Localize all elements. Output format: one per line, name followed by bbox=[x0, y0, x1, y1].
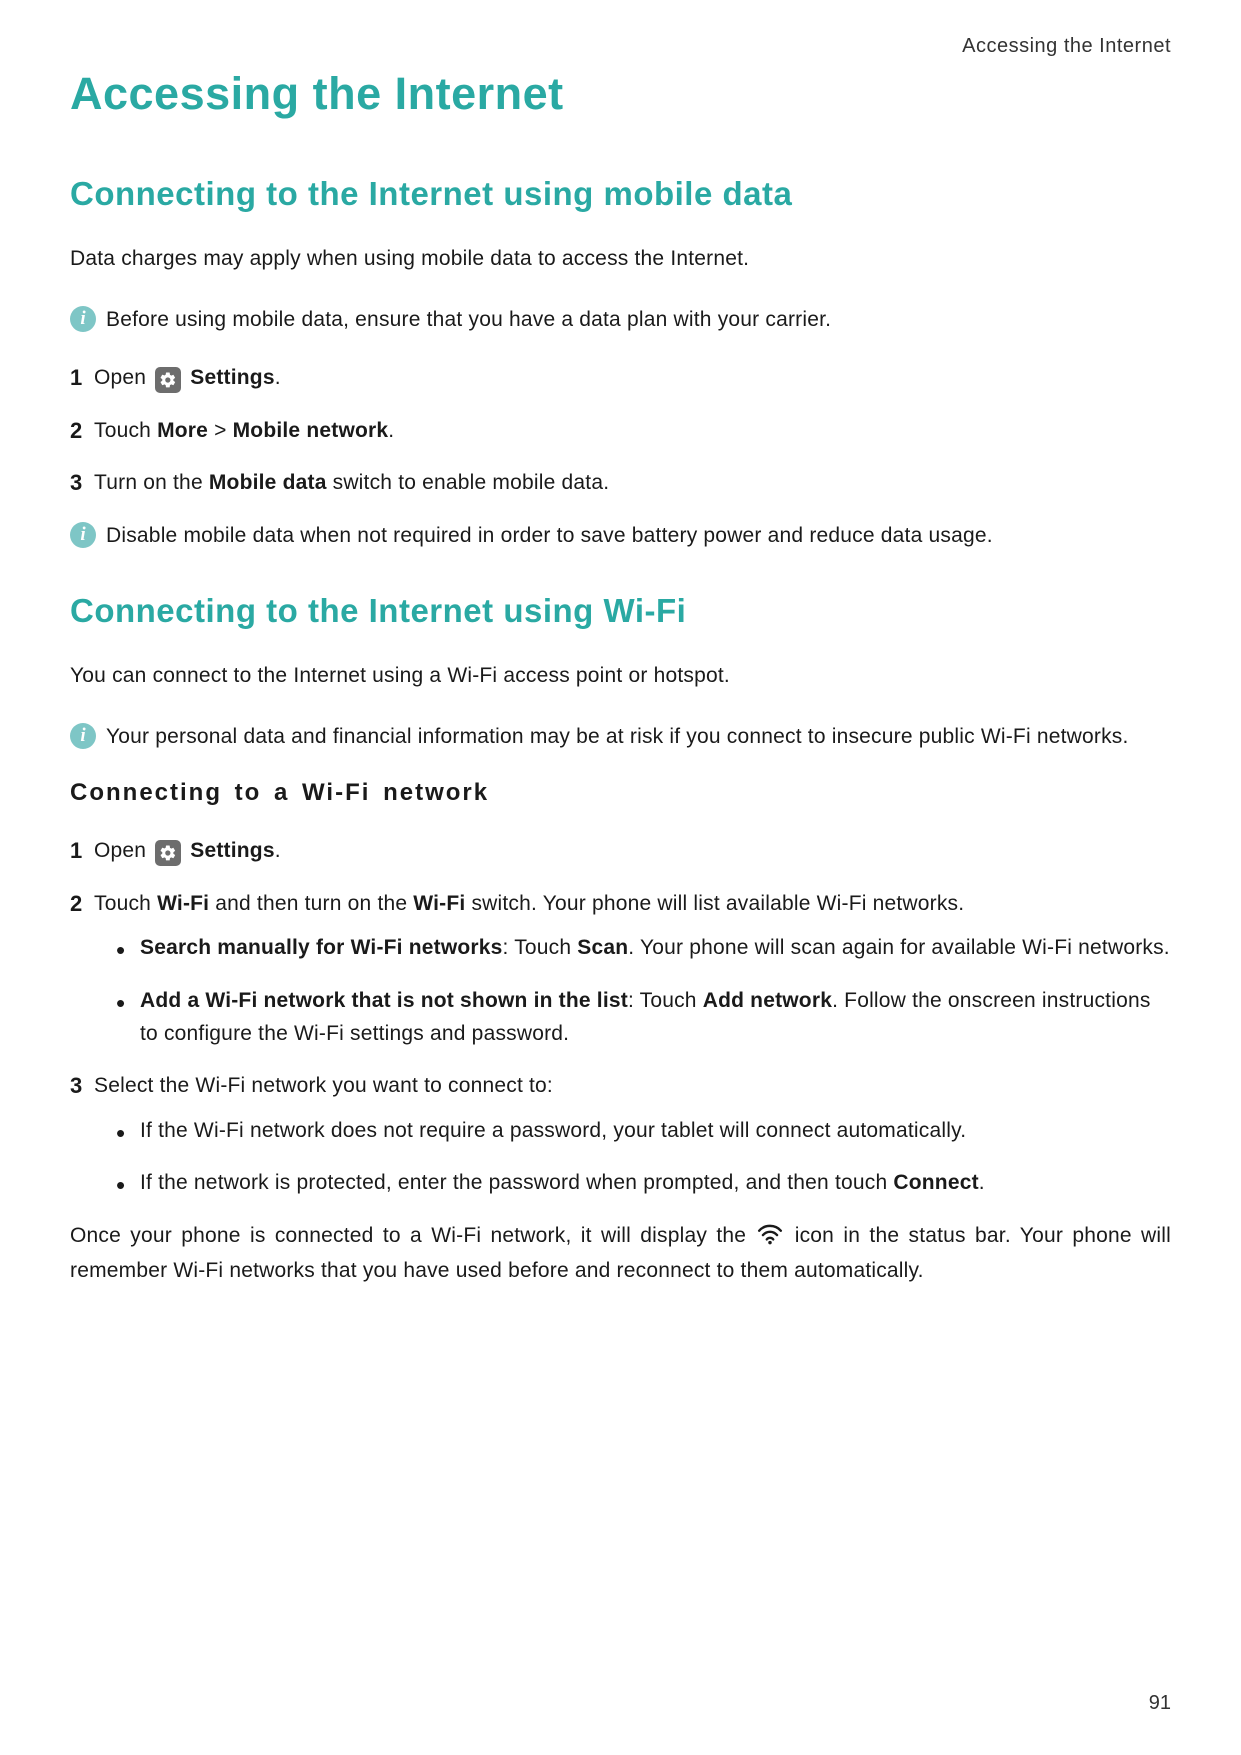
section-wifi: Connecting to the Internet using Wi-Fi Y… bbox=[70, 592, 1171, 1288]
bullet-list: If the Wi-Fi network does not require a … bbox=[112, 1115, 1171, 1200]
info-note: i Disable mobile data when not required … bbox=[70, 520, 1171, 553]
wifi-label: Wi-Fi bbox=[413, 892, 465, 915]
step-text: > bbox=[208, 419, 233, 442]
outro-part: Once your phone is connected to a Wi-Fi … bbox=[70, 1224, 755, 1247]
bullet-item: If the Wi-Fi network does not require a … bbox=[112, 1115, 1171, 1148]
info-icon: i bbox=[70, 522, 96, 548]
bullet-text: . bbox=[979, 1171, 985, 1194]
settings-label: Settings bbox=[190, 366, 274, 389]
bullet-lead: Search manually for Wi-Fi networks bbox=[140, 936, 503, 959]
info-icon: i bbox=[70, 723, 96, 749]
bullet-text: : Touch bbox=[628, 989, 703, 1012]
step-text: switch. Your phone will list available W… bbox=[465, 892, 964, 915]
step-text: and then turn on the bbox=[209, 892, 413, 915]
info-note: i Your personal data and financial infor… bbox=[70, 721, 1171, 754]
settings-icon bbox=[155, 367, 181, 393]
page: Accessing the Internet Accessing the Int… bbox=[0, 0, 1241, 1755]
mobile-network-label: Mobile network bbox=[233, 419, 389, 442]
outro-text: Once your phone is connected to a Wi-Fi … bbox=[70, 1220, 1171, 1288]
info-text: Your personal data and financial informa… bbox=[106, 721, 1171, 754]
page-number: 91 bbox=[1149, 1692, 1171, 1715]
wifi-label: Wi-Fi bbox=[157, 892, 209, 915]
bullet-lead: Add a Wi-Fi network that is not shown in… bbox=[140, 989, 628, 1012]
info-note: i Before using mobile data, ensure that … bbox=[70, 304, 1171, 337]
intro-text: You can connect to the Internet using a … bbox=[70, 660, 1171, 693]
step-text: Turn on the bbox=[94, 471, 209, 494]
step-text: Open bbox=[94, 366, 152, 389]
step-text: switch to enable mobile data. bbox=[327, 471, 610, 494]
intro-text: Data charges may apply when using mobile… bbox=[70, 243, 1171, 276]
step-text: Touch bbox=[94, 419, 157, 442]
steps-list: Open Settings. Touch Wi-Fi and then turn… bbox=[70, 835, 1171, 1199]
section-heading: Connecting to the Internet using mobile … bbox=[70, 175, 1171, 213]
bullet-item: Add a Wi-Fi network that is not shown in… bbox=[112, 985, 1171, 1050]
subsection-heading: Connecting to a Wi-Fi network bbox=[70, 779, 1171, 807]
bullet-item: If the network is protected, enter the p… bbox=[112, 1167, 1171, 1200]
step-text: Select the Wi-Fi network you want to con… bbox=[94, 1074, 553, 1097]
info-icon: i bbox=[70, 306, 96, 332]
more-label: More bbox=[157, 419, 208, 442]
info-text: Before using mobile data, ensure that yo… bbox=[106, 304, 1171, 337]
page-title: Accessing the Internet bbox=[70, 68, 1171, 120]
step-text: . bbox=[275, 366, 281, 389]
bullet-list: Search manually for Wi-Fi networks: Touc… bbox=[112, 932, 1171, 1050]
settings-icon bbox=[155, 840, 181, 866]
wifi-icon bbox=[757, 1223, 783, 1256]
steps-list: Open Settings. Touch More > Mobile netwo… bbox=[70, 362, 1171, 500]
bullet-text: If the network is protected, enter the p… bbox=[140, 1171, 893, 1194]
section-heading: Connecting to the Internet using Wi-Fi bbox=[70, 592, 1171, 630]
step-item: Touch More > Mobile network. bbox=[70, 415, 1171, 448]
scan-label: Scan bbox=[577, 936, 628, 959]
step-item: Open Settings. bbox=[70, 835, 1171, 868]
step-item: Open Settings. bbox=[70, 362, 1171, 395]
step-text: . bbox=[388, 419, 394, 442]
step-text: . bbox=[275, 839, 281, 862]
settings-label: Settings bbox=[190, 839, 274, 862]
add-network-label: Add network bbox=[703, 989, 832, 1012]
bullet-text: : Touch bbox=[503, 936, 578, 959]
step-item: Select the Wi-Fi network you want to con… bbox=[70, 1070, 1171, 1200]
connect-label: Connect bbox=[893, 1171, 978, 1194]
mobile-data-label: Mobile data bbox=[209, 471, 327, 494]
step-text: Open bbox=[94, 839, 152, 862]
step-item: Turn on the Mobile data switch to enable… bbox=[70, 467, 1171, 500]
info-text: Disable mobile data when not required in… bbox=[106, 520, 1171, 553]
step-item: Touch Wi-Fi and then turn on the Wi-Fi s… bbox=[70, 888, 1171, 1050]
section-mobile-data: Connecting to the Internet using mobile … bbox=[70, 175, 1171, 552]
bullet-text: . Your phone will scan again for availab… bbox=[628, 936, 1170, 959]
bullet-item: Search manually for Wi-Fi networks: Touc… bbox=[112, 932, 1171, 965]
step-text: Touch bbox=[94, 892, 157, 915]
running-head: Accessing the Internet bbox=[70, 35, 1171, 58]
